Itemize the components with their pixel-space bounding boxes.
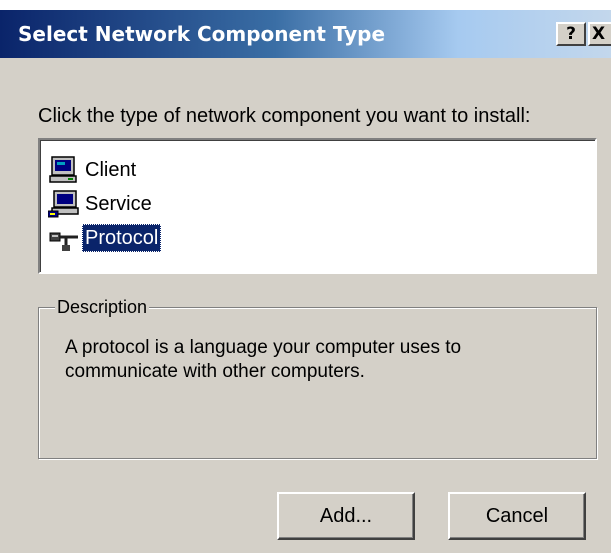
window-title: Select Network Component Type — [18, 22, 386, 46]
add-button[interactable]: Add... — [277, 492, 415, 540]
description-group: Description A protocol is a language you… — [38, 296, 597, 459]
description-legend: Description — [55, 296, 150, 318]
help-button[interactable]: ? — [556, 22, 586, 46]
list-item-label: Service — [85, 193, 152, 215]
client-computer-icon — [48, 155, 82, 185]
component-type-list[interactable]: Client Service Protocol — [38, 138, 597, 274]
select-network-component-dialog: Select Network Component Type ? X Click … — [0, 10, 611, 553]
description-text: A protocol is a language your computer u… — [65, 337, 462, 382]
service-computer-icon — [47, 189, 82, 219]
close-icon: X — [592, 23, 606, 44]
title-bar[interactable]: Select Network Component Type ? X — [0, 10, 611, 58]
list-item-label: Protocol — [82, 224, 162, 252]
cancel-button[interactable]: Cancel — [448, 492, 586, 540]
protocol-cable-icon — [48, 223, 82, 253]
list-item-protocol[interactable]: Protocol — [48, 222, 162, 254]
list-item-service[interactable]: Service — [47, 188, 155, 220]
close-button[interactable]: X — [588, 22, 611, 46]
list-item-client[interactable]: Client — [48, 154, 139, 186]
list-item-label: Client — [85, 159, 137, 181]
instruction-label: Click the type of network component you … — [38, 105, 531, 127]
help-icon: ? — [566, 23, 576, 44]
